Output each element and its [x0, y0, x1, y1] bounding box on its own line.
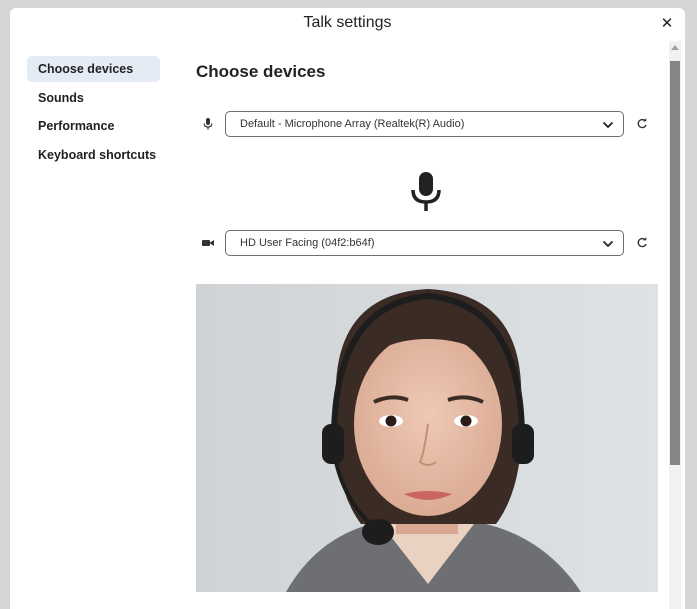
- scrollbar-thumb[interactable]: [670, 61, 680, 465]
- dialog-header: Talk settings ✕: [10, 8, 685, 40]
- chevron-down-icon: [602, 240, 614, 248]
- dialog-title: Talk settings: [303, 14, 392, 31]
- camera-preview-image: [196, 284, 658, 592]
- microphone-icon: [201, 117, 215, 131]
- refresh-microphones-icon[interactable]: [636, 118, 648, 130]
- microphone-level-icon: [411, 172, 441, 211]
- settings-sidebar: Choose devices Sounds Performance Keyboa…: [27, 56, 160, 170]
- camera-select[interactable]: HD User Facing (04f2:b64f): [225, 230, 624, 256]
- microphone-select[interactable]: Default - Microphone Array (Realtek(R) A…: [225, 111, 624, 137]
- section-title: Choose devices: [196, 62, 326, 81]
- scroll-up-arrow-icon[interactable]: [671, 45, 679, 50]
- camera-row: HD User Facing (04f2:b64f): [196, 230, 658, 256]
- close-icon: ✕: [660, 15, 674, 32]
- sidebar-item-keyboard-shortcuts[interactable]: Keyboard shortcuts: [27, 142, 160, 168]
- sidebar-item-choose-devices[interactable]: Choose devices: [27, 56, 160, 82]
- microphone-row: Default - Microphone Array (Realtek(R) A…: [196, 111, 658, 137]
- sidebar-item-performance[interactable]: Performance: [27, 113, 160, 139]
- close-button[interactable]: ✕: [657, 13, 677, 33]
- sidebar-item-sounds[interactable]: Sounds: [27, 85, 160, 111]
- chevron-down-icon: [602, 121, 614, 129]
- talk-settings-dialog: Talk settings ✕ Choose devices Sounds Pe…: [10, 8, 685, 609]
- camera-select-value: HD User Facing (04f2:b64f): [240, 237, 375, 249]
- scrollbar[interactable]: [669, 41, 681, 609]
- video-camera-icon: [201, 236, 215, 250]
- video-preview: [196, 284, 658, 592]
- refresh-cameras-icon[interactable]: [636, 237, 648, 249]
- microphone-select-value: Default - Microphone Array (Realtek(R) A…: [240, 118, 465, 130]
